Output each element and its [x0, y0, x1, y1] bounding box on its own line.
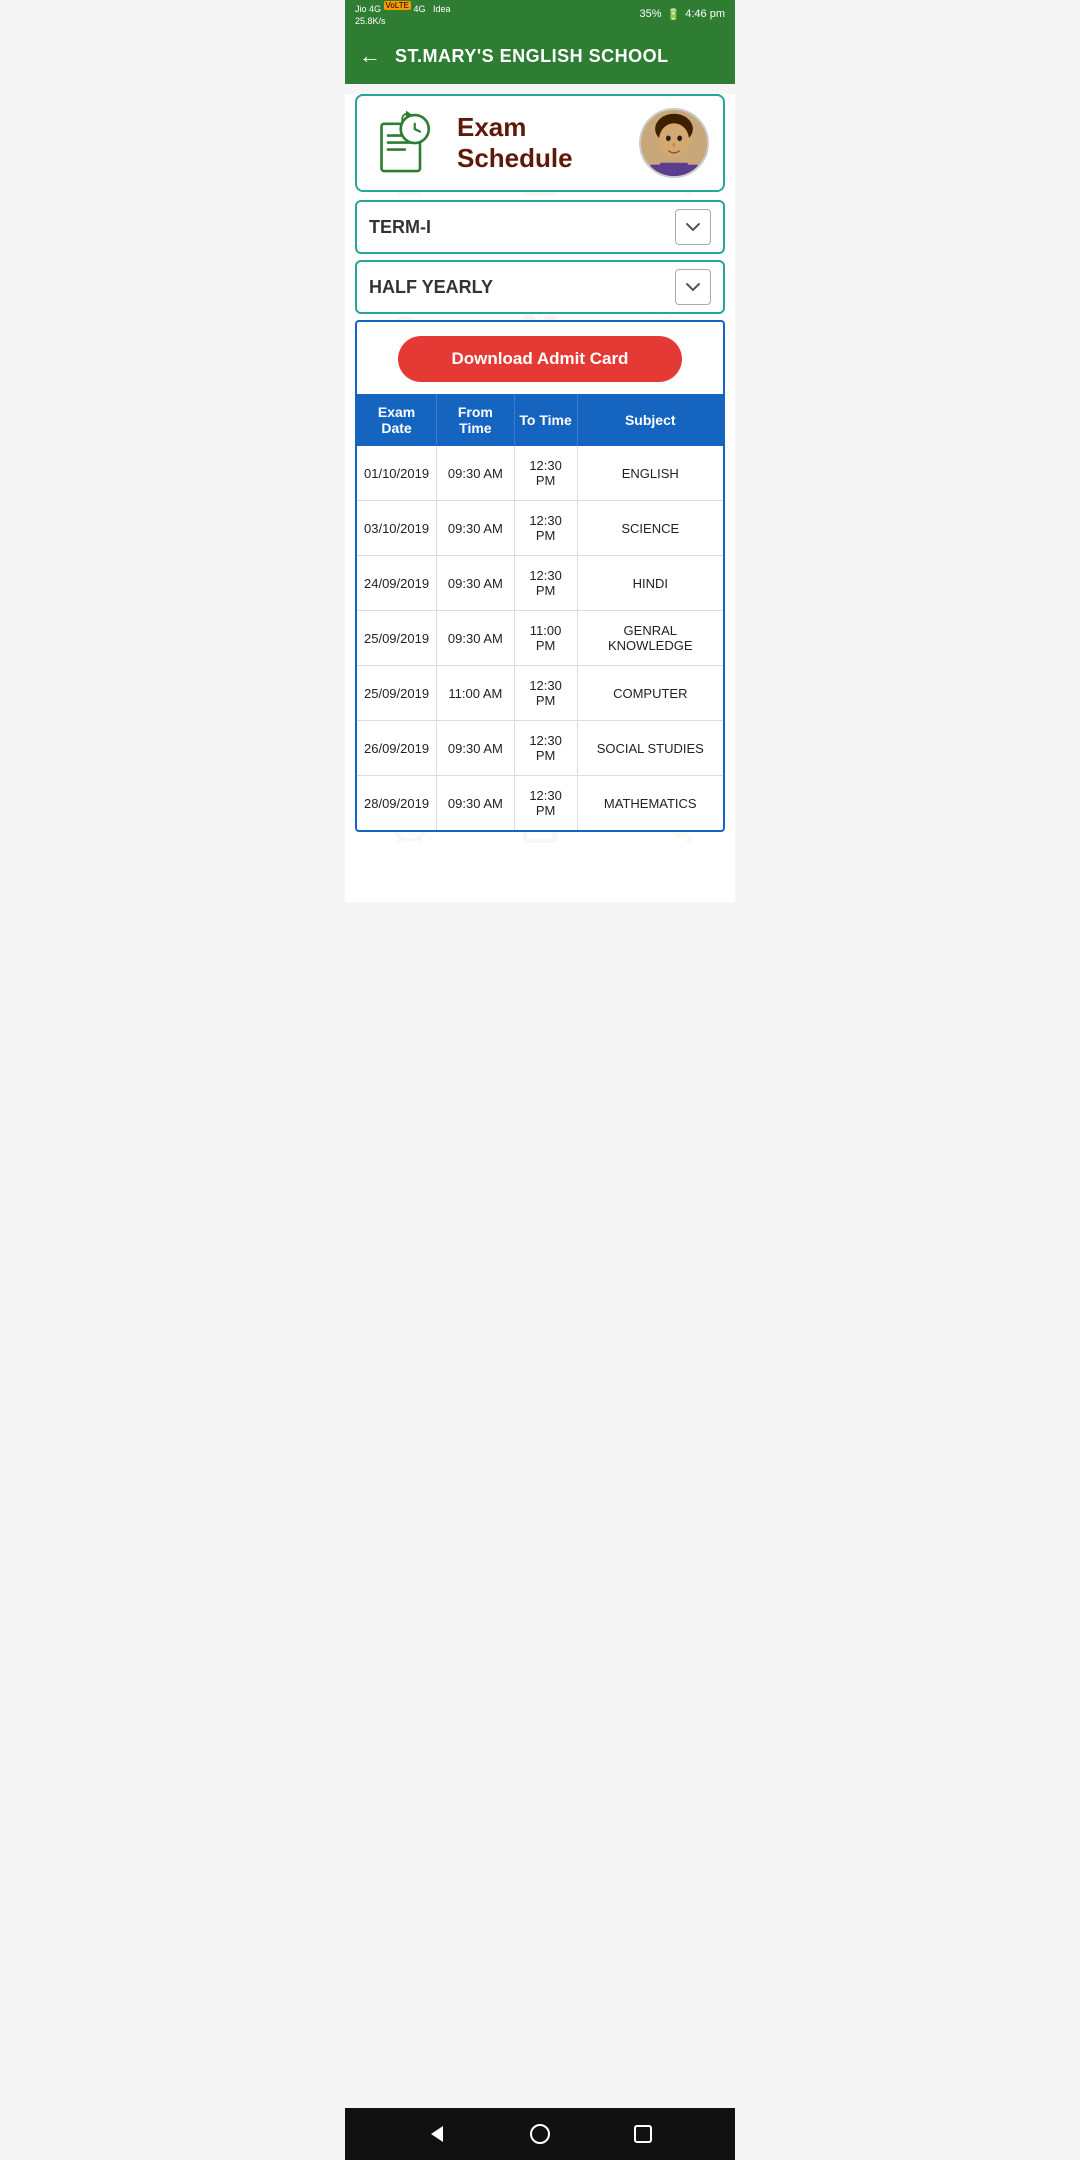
- term-label: TERM-I: [369, 217, 675, 238]
- app-header: ← ST.MARY'S ENGLISH SCHOOL: [345, 28, 735, 84]
- period-dropdown-arrow[interactable]: [675, 269, 711, 305]
- nav-recents-button[interactable]: [629, 2120, 657, 2148]
- table-row: 28/09/201909:30 AM12:30 PMMATHEMATICS: [357, 776, 723, 831]
- table-row: 26/09/201909:30 AM12:30 PMSOCIAL STUDIES: [357, 721, 723, 776]
- term-dropdown[interactable]: TERM-I: [355, 200, 725, 254]
- cell-from-6: 09:30 AM: [437, 776, 515, 831]
- exam-schedule-card: Exam Schedule: [355, 94, 725, 192]
- cell-to-3: 11:00 PM: [514, 611, 577, 666]
- cell-from-3: 09:30 AM: [437, 611, 515, 666]
- cell-subject-1: SCIENCE: [577, 501, 723, 556]
- period-dropdown[interactable]: HALF YEARLY: [355, 260, 725, 314]
- period-label: HALF YEARLY: [369, 277, 675, 298]
- cell-to-4: 12:30 PM: [514, 666, 577, 721]
- cell-to-0: 12:30 PM: [514, 446, 577, 501]
- table-row: 03/10/201909:30 AM12:30 PMSCIENCE: [357, 501, 723, 556]
- cell-from-0: 09:30 AM: [437, 446, 515, 501]
- back-button[interactable]: ←: [359, 43, 381, 69]
- cell-from-5: 09:30 AM: [437, 721, 515, 776]
- student-avatar: [639, 108, 709, 178]
- cell-date-4: 25/09/2019: [357, 666, 437, 721]
- table-row: 01/10/201909:30 AM12:30 PMENGLISH: [357, 446, 723, 501]
- cell-to-2: 12:30 PM: [514, 556, 577, 611]
- cell-subject-2: HINDI: [577, 556, 723, 611]
- table-header-row: Exam Date From Time To Time Subject: [357, 394, 723, 446]
- table-row: 25/09/201909:30 AM11:00 PMGENRAL KNOWLED…: [357, 611, 723, 666]
- exam-schedule-title: Exam Schedule: [457, 112, 639, 174]
- schedule-icon: [371, 108, 441, 178]
- term-dropdown-arrow[interactable]: [675, 209, 711, 245]
- col-subject: Subject: [577, 394, 723, 446]
- carrier-info: Jio 4G VoLTE 4G Idea 25.8K/s: [355, 1, 450, 27]
- cell-subject-3: GENRAL KNOWLEDGE: [577, 611, 723, 666]
- bottom-nav: [345, 2108, 735, 2160]
- table-header: Exam Date From Time To Time Subject: [357, 394, 723, 446]
- download-admit-card-button[interactable]: Download Admit Card: [398, 336, 682, 382]
- carrier-line1: Jio 4G VoLTE 4G Idea: [355, 1, 450, 16]
- cell-subject-6: MATHEMATICS: [577, 776, 723, 831]
- cell-date-0: 01/10/2019: [357, 446, 437, 501]
- col-to-time: To Time: [514, 394, 577, 446]
- battery-level: 35%: [640, 8, 662, 20]
- status-right: 35% 🔋 4:46 pm: [640, 8, 725, 21]
- nav-home-button[interactable]: [526, 2120, 554, 2148]
- signal-speed: 25.8K/s: [355, 16, 450, 28]
- cell-to-1: 12:30 PM: [514, 501, 577, 556]
- cell-subject-0: ENGLISH: [577, 446, 723, 501]
- download-btn-row: Download Admit Card: [357, 322, 723, 394]
- cell-subject-5: SOCIAL STUDIES: [577, 721, 723, 776]
- cell-date-3: 25/09/2019: [357, 611, 437, 666]
- cell-to-6: 12:30 PM: [514, 776, 577, 831]
- cell-to-5: 12:30 PM: [514, 721, 577, 776]
- exam-schedule-table: Exam Date From Time To Time Subject 01/1…: [357, 394, 723, 830]
- table-row: 24/09/201909:30 AM12:30 PMHINDI: [357, 556, 723, 611]
- col-from-time: From Time: [437, 394, 515, 446]
- cell-date-2: 24/09/2019: [357, 556, 437, 611]
- cell-subject-4: COMPUTER: [577, 666, 723, 721]
- cell-date-1: 03/10/2019: [357, 501, 437, 556]
- cell-from-1: 09:30 AM: [437, 501, 515, 556]
- main-content: ⏰ 📋 ✏️ 📚 ⏰ 📋 ✏️ 📚 ⏰ 📋 ✏️ 📚 ⏰ 📋 ✏️: [345, 94, 735, 902]
- cell-date-6: 28/09/2019: [357, 776, 437, 831]
- col-exam-date: Exam Date: [357, 394, 437, 446]
- exam-table-section: Download Admit Card Exam Date From Time …: [355, 320, 725, 832]
- status-bar: Jio 4G VoLTE 4G Idea 25.8K/s 35% 🔋 4:46 …: [345, 0, 735, 28]
- cell-from-4: 11:00 AM: [437, 666, 515, 721]
- table-row: 25/09/201911:00 AM12:30 PMCOMPUTER: [357, 666, 723, 721]
- clock: 4:46 pm: [685, 8, 725, 20]
- battery-icon: 🔋: [667, 8, 681, 21]
- cell-from-2: 09:30 AM: [437, 556, 515, 611]
- cell-date-5: 26/09/2019: [357, 721, 437, 776]
- nav-back-button[interactable]: [423, 2120, 451, 2148]
- table-body: 01/10/201909:30 AM12:30 PMENGLISH03/10/2…: [357, 446, 723, 830]
- app-title: ST.MARY'S ENGLISH SCHOOL: [395, 46, 669, 67]
